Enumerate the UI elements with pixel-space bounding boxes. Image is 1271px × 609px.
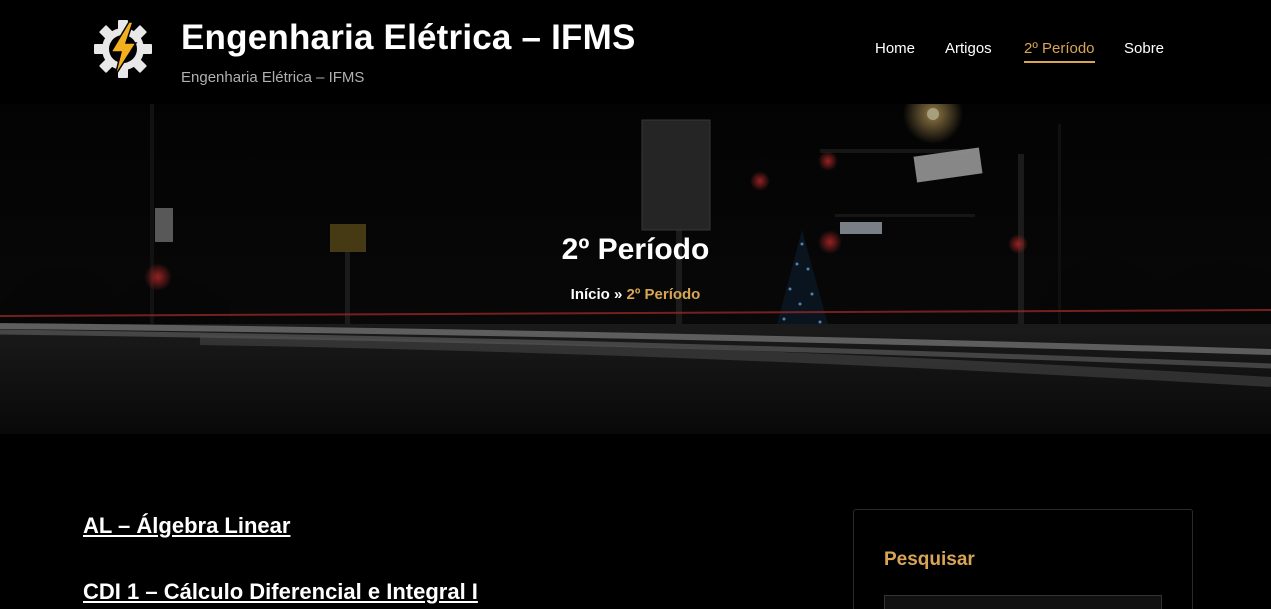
- nav-item-artigos[interactable]: Artigos: [945, 40, 992, 61]
- post-title-link[interactable]: CDI 1 – Cálculo Diferencial e Integral I: [83, 579, 478, 605]
- hero-background-image: [0, 104, 1271, 434]
- breadcrumb-separator: »: [614, 286, 627, 303]
- breadcrumb: Início » 2º Período: [0, 286, 1271, 303]
- nav-item-sobre[interactable]: Sobre: [1124, 40, 1164, 61]
- nav-item-home[interactable]: Home: [875, 40, 915, 61]
- site-tagline: Engenharia Elétrica – IFMS: [181, 69, 365, 86]
- breadcrumb-current: 2º Período: [626, 286, 701, 303]
- post-title-link[interactable]: AL – Álgebra Linear: [83, 513, 290, 539]
- search-input[interactable]: [884, 595, 1162, 609]
- main-navigation: Home Artigos 2º Período Sobre: [0, 40, 1271, 70]
- widget-title: Pesquisar: [884, 549, 975, 570]
- page-hero: 2º Período Início » 2º Período: [0, 104, 1271, 434]
- breadcrumb-home-link[interactable]: Início: [571, 286, 610, 303]
- sidebar-search-widget: Pesquisar: [853, 509, 1193, 609]
- site-header: Engenharia Elétrica – IFMS Engenharia El…: [0, 0, 1271, 104]
- nav-item-2-periodo[interactable]: 2º Período: [1024, 40, 1095, 63]
- page-title: 2º Período: [561, 233, 710, 266]
